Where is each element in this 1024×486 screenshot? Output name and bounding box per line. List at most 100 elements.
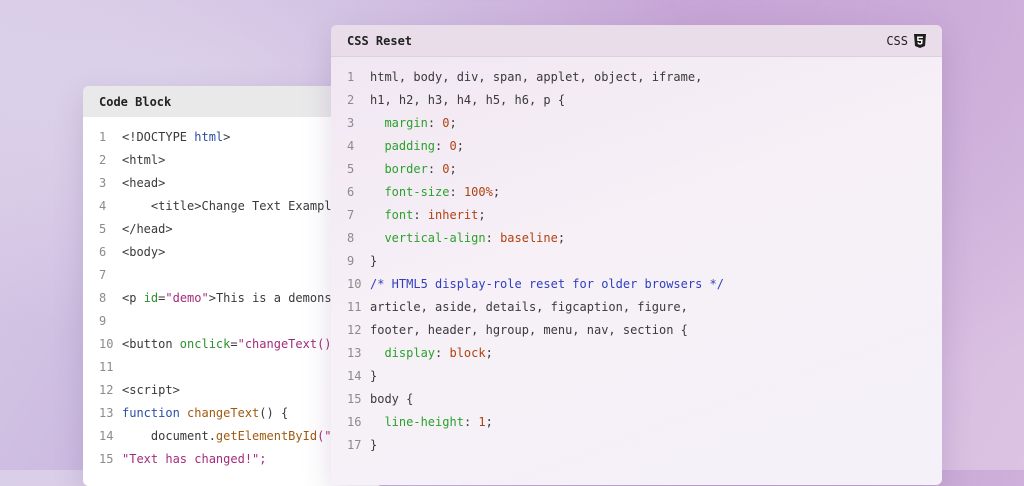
code-line: 9}: [331, 249, 942, 272]
code-line: 10 /* HTML5 display-role reset for older …: [331, 272, 942, 295]
code-line: 6 font-size: 100%;: [331, 180, 942, 203]
code-token: <html>: [122, 152, 166, 167]
code-text: <!DOCTYPE html>: [122, 130, 230, 144]
code-area: 1 html, body, div, span, applet, object, …: [331, 57, 942, 456]
code-token: ;: [456, 138, 464, 153]
code-token: block: [449, 345, 486, 360]
code-text: display: block;: [370, 345, 493, 360]
code-token: document.: [122, 428, 216, 443]
code-token: body {: [370, 391, 414, 406]
code-token: h1, h2, h3, h4, h5, h6, p {: [370, 92, 566, 107]
code-token: }: [370, 253, 378, 268]
code-token: <body>: [122, 244, 166, 259]
code-token: <script>: [122, 382, 180, 397]
code-token: :: [435, 138, 450, 153]
code-text: line-height: 1;: [370, 414, 493, 429]
code-token: >This is a demons: [208, 290, 332, 305]
code-token: <head>: [122, 175, 166, 190]
code-token: 100%: [463, 184, 493, 199]
code-line: 13 display: block;: [331, 341, 942, 364]
code-text: <html>: [122, 153, 165, 167]
code-line: 11 article, aside, details, figcaption, f…: [331, 295, 942, 318]
code-token: ;: [485, 414, 493, 429]
code-line: 8 vertical-align: baseline;: [331, 226, 942, 249]
line-number: 3: [99, 175, 107, 190]
code-token: :: [427, 115, 443, 130]
code-line: 3 margin: 0;: [331, 111, 942, 134]
line-number: 9: [347, 253, 355, 268]
line-number: 7: [99, 267, 107, 282]
line-number: 10: [99, 336, 114, 351]
code-token: html: [194, 129, 224, 144]
code-token: getElementById: [215, 428, 318, 443]
line-number: 12: [347, 322, 362, 337]
code-token: function: [122, 405, 188, 420]
code-text: <script>: [122, 383, 180, 397]
line-number: 8: [99, 290, 107, 305]
code-token: :: [449, 184, 464, 199]
line-number: 17: [347, 437, 362, 452]
code-token: id: [143, 290, 159, 305]
code-text: <p id="demo">This is a demons: [122, 291, 332, 305]
code-token: ;: [557, 230, 566, 245]
css-reset-titlebar: CSS Reset CSS: [331, 25, 942, 57]
code-token: /* HTML5 display-role reset for older br…: [370, 276, 725, 291]
code-text: "Text has changed!";: [122, 452, 267, 466]
code-token: ;: [478, 207, 486, 222]
code-text: function changeText() {: [122, 406, 288, 420]
line-number: 5: [99, 221, 107, 236]
code-text: border: 0;: [370, 161, 456, 176]
code-text: </head>: [122, 222, 173, 236]
line-number: 4: [99, 198, 107, 213]
code-line: 4 padding: 0;: [331, 134, 942, 157]
code-token: onclick: [179, 336, 231, 351]
code-token: "demo": [165, 290, 209, 305]
line-number: 13: [99, 405, 114, 420]
code-token: () {: [259, 405, 289, 420]
code-text: footer, header, hgroup, menu, nav, secti…: [370, 323, 688, 337]
code-token: font-size: [384, 184, 450, 199]
code-token: >: [223, 129, 231, 144]
line-number: 1: [347, 69, 355, 84]
code-token: "Text has changed!";: [122, 451, 267, 466]
code-token: ;: [485, 345, 493, 360]
code-token: article, aside, details, figcaption, fig…: [370, 299, 688, 314]
code-line: 7 font: inherit;: [331, 203, 942, 226]
code-text: font-size: 100%;: [370, 185, 500, 199]
line-number: 13: [347, 345, 362, 360]
line-number: 11: [347, 299, 362, 314]
code-token: inherit: [427, 207, 479, 222]
code-line: 14}: [331, 364, 942, 387]
code-line: 1 html, body, div, span, applet, object, …: [331, 65, 942, 88]
code-token: 0: [442, 115, 450, 130]
css3-icon: [914, 33, 926, 48]
code-token: <p: [122, 290, 144, 305]
code-text: <body>: [122, 245, 165, 259]
code-token: padding: [384, 138, 436, 153]
line-number: 1: [99, 129, 107, 144]
line-number: 5: [347, 161, 355, 176]
code-token: <button: [122, 336, 180, 351]
line-number: 2: [99, 152, 107, 167]
code-line: 17}: [331, 433, 942, 456]
code-token: <title>Change Text Exampl: [122, 198, 332, 213]
line-number: 8: [347, 230, 355, 245]
code-text: padding: 0;: [370, 139, 464, 153]
code-token: :: [435, 345, 450, 360]
code-token: ;: [492, 184, 501, 199]
window-title: CSS Reset: [347, 33, 413, 48]
code-token: =: [230, 336, 238, 351]
code-token: changeText: [187, 405, 260, 420]
code-text: }: [370, 438, 377, 452]
code-token: :: [427, 161, 443, 176]
code-line: 5 border: 0;: [331, 157, 942, 180]
code-token: margin: [384, 115, 428, 130]
code-token: }: [370, 437, 378, 452]
